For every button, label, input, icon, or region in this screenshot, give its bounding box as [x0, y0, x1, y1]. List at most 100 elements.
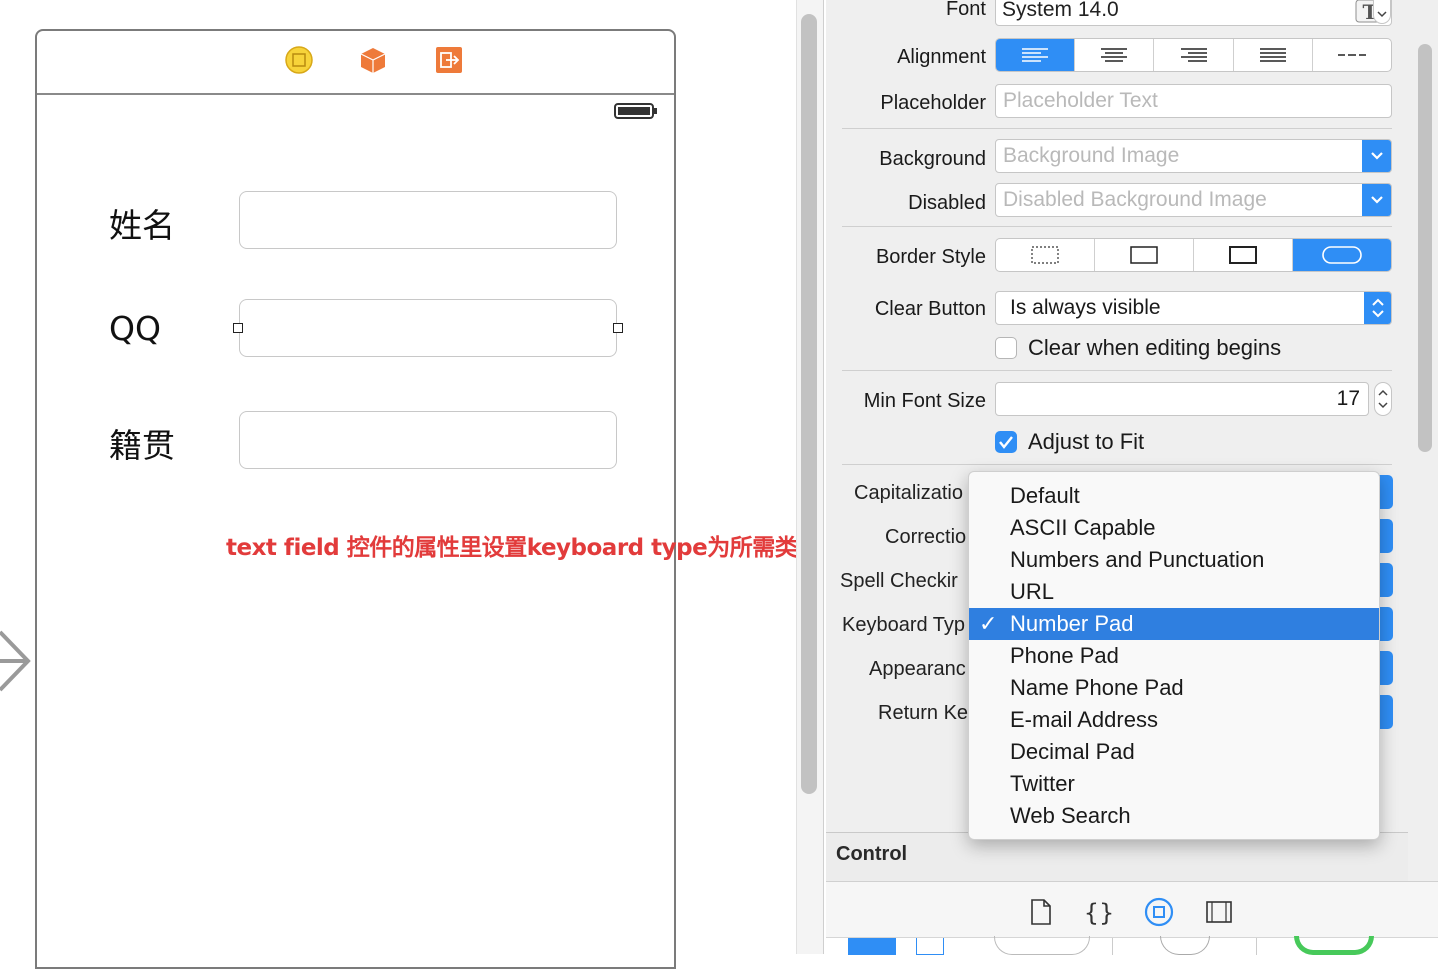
background-dropdown-button[interactable] [1362, 140, 1391, 172]
scene-dock [37, 31, 674, 95]
background-hint: Background Image [1003, 144, 1180, 167]
border-rounded-button[interactable] [1293, 239, 1391, 271]
inspector-scroll-thumb[interactable] [1418, 44, 1432, 452]
menu-item-ascii-capable[interactable]: ASCII Capable [969, 512, 1379, 544]
menu-item-label: E-mail Address [1010, 707, 1158, 732]
return-key-label: Return Ke [878, 702, 969, 724]
menu-item-default[interactable]: Default [969, 480, 1379, 512]
menu-item-email-address[interactable]: E-mail Address [969, 704, 1379, 736]
align-right-icon [1180, 48, 1207, 62]
view-controller-scene[interactable]: 姓名 QQ 籍贯 [35, 29, 676, 969]
menu-item-numbers-and-punctuation[interactable]: Numbers and Punctuation [969, 544, 1379, 576]
border-style-label: Border Style [875, 246, 986, 268]
menu-item-url[interactable]: URL [969, 576, 1379, 608]
align-left-icon [1022, 48, 1049, 62]
correction-label: Correctio [885, 526, 967, 548]
clear-when-editing-checkbox[interactable] [995, 337, 1017, 359]
border-line-button[interactable] [1095, 239, 1194, 271]
menu-item-label: Number Pad [1010, 611, 1134, 636]
align-left-button[interactable] [996, 39, 1076, 71]
menu-item-label: Phone Pad [1010, 643, 1119, 668]
capitalization-label: Capitalizatio [854, 482, 963, 504]
spell-checking-label: Spell Checkir [840, 570, 958, 592]
chevron-down-icon [1371, 152, 1383, 160]
border-none-icon [1031, 246, 1059, 264]
storyboard-canvas[interactable]: 姓名 QQ 籍贯 text field 控件的属性里设置keyboard typ… [0, 0, 820, 969]
menu-item-web-search[interactable]: Web Search [969, 800, 1379, 832]
qq-text-field[interactable] [233, 299, 623, 357]
separator [842, 226, 1392, 227]
entry-point-arrow-icon[interactable] [0, 626, 34, 696]
placeholder-field[interactable]: Placeholder Text [995, 84, 1392, 118]
border-bezel-button[interactable] [1194, 239, 1293, 271]
qq-label: QQ [109, 309, 161, 348]
align-center-icon [1101, 48, 1128, 62]
canvas-scroll-thumb[interactable] [801, 14, 817, 794]
library-item[interactable] [1294, 936, 1374, 955]
name-label: 姓名 [109, 206, 175, 245]
menu-item-label: Decimal Pad [1010, 739, 1135, 764]
file-inspector-icon[interactable] [1026, 897, 1056, 927]
code-braces-icon[interactable]: {} [1084, 897, 1114, 927]
menu-item-decimal-pad[interactable]: Decimal Pad [969, 736, 1379, 768]
library-item[interactable] [994, 936, 1090, 955]
font-field[interactable]: System 14.0 T [995, 0, 1392, 26]
divider [1256, 938, 1257, 955]
name-text-field[interactable] [239, 191, 617, 249]
align-center-button[interactable] [1075, 39, 1155, 71]
hometown-label: 籍贯 [109, 426, 175, 465]
exit-icon[interactable] [435, 46, 463, 74]
keyboard-type-menu[interactable]: Default ASCII Capable Numbers and Punctu… [968, 471, 1380, 840]
library-items-strip[interactable] [826, 936, 1438, 955]
clear-button-dropdown[interactable] [1364, 292, 1391, 324]
menu-item-label: Twitter [1010, 771, 1075, 796]
library-item[interactable] [916, 938, 944, 955]
menu-item-label: Name Phone Pad [1010, 675, 1184, 700]
annotation-text: text field 控件的属性里设置keyboard type为所需类型 [226, 535, 820, 561]
align-right-button[interactable] [1154, 39, 1234, 71]
battery-icon [614, 103, 657, 119]
resize-handle-right[interactable] [613, 323, 623, 333]
adjust-to-fit-label: Adjust to Fit [1028, 429, 1145, 454]
align-justify-button[interactable] [1234, 39, 1313, 71]
border-none-button[interactable] [996, 239, 1095, 271]
first-responder-icon[interactable] [359, 46, 387, 74]
adjust-to-fit-checkbox[interactable] [995, 431, 1017, 453]
separator [842, 370, 1392, 371]
border-rounded-icon [1322, 246, 1362, 264]
disabled-dropdown-button[interactable] [1362, 184, 1391, 216]
align-justify-icon [1259, 48, 1286, 62]
min-font-size-stepper[interactable] [1374, 382, 1392, 416]
checkmark-icon [999, 436, 1013, 449]
border-line-icon [1130, 246, 1158, 264]
menu-item-name-phone-pad[interactable]: Name Phone Pad [969, 672, 1379, 704]
resize-handle-left[interactable] [233, 323, 243, 333]
alignment-control[interactable] [995, 38, 1392, 72]
menu-item-number-pad[interactable]: ✓ Number Pad [969, 608, 1379, 640]
background-image-field[interactable]: Background Image [995, 139, 1392, 173]
menu-item-phone-pad[interactable]: Phone Pad [969, 640, 1379, 672]
library-item-selected[interactable] [848, 938, 896, 955]
clear-button-label: Clear Button [874, 298, 986, 320]
disabled-label: Disabled [908, 192, 986, 214]
svg-text:{}: {} [1084, 899, 1114, 927]
divider [1112, 938, 1113, 955]
placeholder-label: Placeholder [880, 92, 986, 114]
font-value: System 14.0 [1002, 0, 1119, 21]
align-natural-button[interactable] [1313, 39, 1391, 71]
clear-when-editing-label: Clear when editing begins [1028, 335, 1282, 360]
library-item[interactable] [1160, 936, 1210, 955]
menu-item-twitter[interactable]: Twitter [969, 768, 1379, 800]
clear-button-popup[interactable]: Is always visible [995, 291, 1392, 325]
font-size-stepper[interactable] [1373, 0, 1391, 24]
object-library-icon[interactable] [1144, 897, 1174, 927]
media-library-icon[interactable] [1204, 897, 1234, 927]
view-controller-icon[interactable] [285, 46, 313, 74]
hometown-text-field[interactable] [239, 411, 617, 469]
alignment-label: Alignment [897, 46, 986, 68]
min-font-size-field[interactable]: 17 [995, 382, 1369, 416]
disabled-image-field[interactable]: Disabled Background Image [995, 183, 1392, 217]
menu-item-label: Numbers and Punctuation [1010, 547, 1265, 572]
border-style-control[interactable] [995, 238, 1392, 272]
keyboard-type-label: Keyboard Typ [842, 614, 966, 636]
